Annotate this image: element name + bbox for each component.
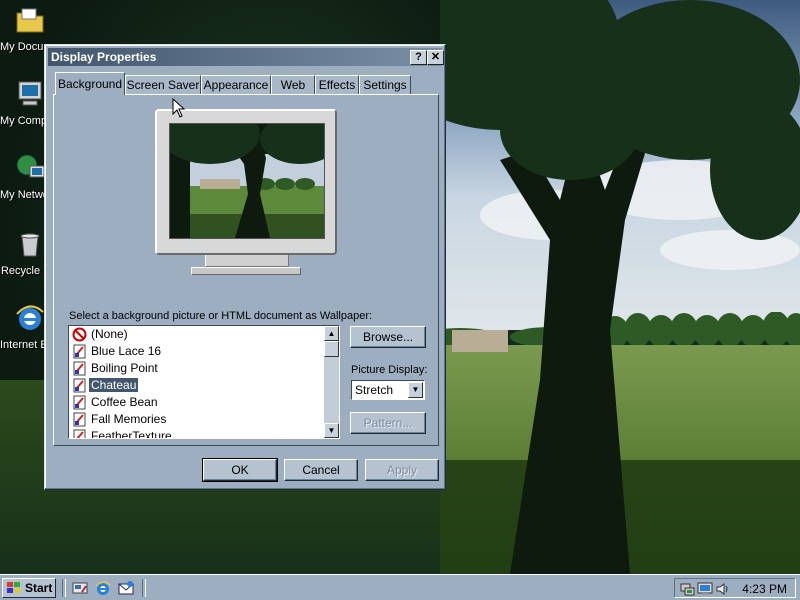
start-label: Start [25, 581, 53, 595]
monitor-stand [191, 267, 301, 275]
list-item[interactable]: Fall Memories [69, 411, 339, 428]
clock[interactable]: 4:23 PM [742, 582, 787, 596]
list-item[interactable]: Boiling Point [69, 360, 339, 377]
display-properties-window: Display Properties ? ✕ Background Screen… [44, 44, 446, 490]
bitmap-icon [73, 378, 86, 393]
tab-settings[interactable]: Settings [359, 75, 411, 94]
bitmap-icon [73, 412, 86, 427]
list-item-label: Blue Lace 16 [91, 344, 162, 358]
taskbar: Start 4:23 PM [0, 574, 800, 600]
list-item-selected[interactable]: Chateau [69, 377, 339, 394]
browse-button[interactable]: Browse... [350, 326, 426, 348]
tab-screen-saver[interactable]: Screen Saver [125, 75, 201, 94]
list-item[interactable]: Blue Lace 16 [69, 343, 339, 360]
computer-icon [18, 81, 42, 106]
list-item-label: (None) [91, 327, 128, 341]
list-item-label: Coffee Bean [91, 395, 158, 409]
volume-icon[interactable] [715, 581, 731, 597]
network-tray-icon[interactable] [679, 581, 695, 597]
pattern-button[interactable]: Pattern... [350, 412, 426, 434]
list-item[interactable]: (None) [69, 326, 339, 343]
tab-web[interactable]: Web [271, 75, 315, 94]
bitmap-icon [73, 429, 86, 438]
show-desktop-icon[interactable] [72, 580, 88, 596]
mouse-cursor-icon [172, 98, 186, 118]
list-item-label: Fall Memories [91, 412, 167, 426]
help-button[interactable]: ? [410, 50, 427, 65]
list-scrollbar[interactable]: ▲ ▼ [324, 326, 339, 438]
display-tray-icon[interactable] [697, 581, 713, 597]
bitmap-icon [73, 361, 86, 376]
folder-documents-icon [16, 8, 44, 33]
wallpaper-list[interactable]: (None) Blue Lace 16 Boiling Point Chatea… [68, 325, 340, 439]
network-icon [16, 154, 45, 178]
scroll-up-icon[interactable]: ▲ [324, 326, 339, 341]
apply-button[interactable]: Apply [365, 459, 439, 481]
internet-explorer-icon [16, 305, 44, 330]
none-icon [72, 327, 87, 342]
start-button[interactable]: Start [2, 578, 56, 598]
picture-display-label: Picture Display: [351, 364, 428, 376]
list-item-label: Chateau [87, 377, 140, 393]
bitmap-icon [73, 344, 86, 359]
taskbar-separator [142, 579, 146, 597]
cancel-button[interactable]: Cancel [284, 459, 358, 481]
list-item-label: FeatherTexture [91, 429, 172, 439]
close-button[interactable]: ✕ [427, 50, 444, 65]
picture-display-value: Stretch [355, 383, 394, 397]
tab-background[interactable]: Background [55, 72, 125, 95]
taskbar-separator [62, 579, 66, 597]
list-item-label: Boiling Point [91, 361, 158, 375]
tab-effects[interactable]: Effects [315, 75, 359, 94]
tab-appearance[interactable]: Appearance [201, 75, 271, 94]
wallpaper-tree [440, 0, 800, 574]
window-title: Display Properties [51, 50, 157, 64]
recycle-bin-icon [20, 233, 40, 257]
wallpaper-prompt: Select a background picture or HTML docu… [69, 310, 373, 322]
ok-button[interactable]: OK [202, 458, 278, 482]
picture-display-select[interactable]: Stretch ▼ [351, 380, 425, 400]
outlook-express-icon[interactable] [118, 580, 134, 596]
list-item[interactable]: Coffee Bean [69, 394, 339, 411]
chevron-down-icon[interactable]: ▼ [408, 382, 423, 398]
windows-logo-icon [7, 582, 20, 593]
list-item[interactable]: FeatherTexture [69, 428, 339, 439]
monitor-base [205, 255, 289, 267]
title-bar[interactable]: Display Properties ? ✕ [48, 48, 444, 66]
wallpaper-preview [169, 123, 325, 239]
monitor-preview [155, 109, 337, 255]
bitmap-icon [73, 395, 86, 410]
internet-explorer-icon[interactable] [95, 580, 111, 596]
system-tray: 4:23 PM [674, 578, 796, 598]
scroll-down-icon[interactable]: ▼ [324, 423, 339, 438]
scroll-thumb[interactable] [324, 341, 339, 357]
